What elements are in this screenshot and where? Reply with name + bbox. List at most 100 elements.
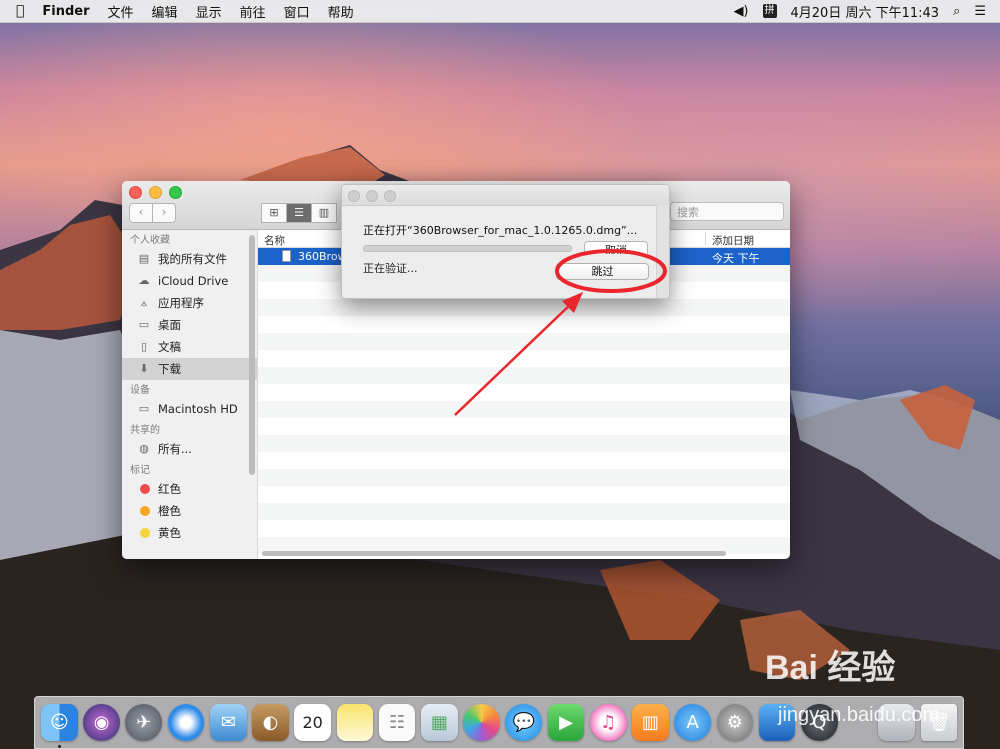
sidebar-item-label: 橙色 [158,504,181,518]
file-name: 360Brow [298,250,347,263]
sidebar-section-devices: 设备 [130,385,150,396]
calendar-icon[interactable]: 20 [294,704,332,741]
notes-icon[interactable] [336,704,374,741]
baidu-watermark-logo: Bai 经验 [765,649,896,687]
column-divider[interactable] [705,232,706,245]
table-row [258,367,790,384]
sidebar-section-tags: 标记 [130,465,150,476]
launchpad-icon[interactable]: ✈ [125,704,163,741]
sidebar-item-tag-yellow[interactable]: 黄色 [122,522,257,544]
finder-sidebar: 个人收藏 ▤ 我的所有文件 ☁ iCloud Drive ⟑ 应用程序 ▭ 桌面 ▯ 文稿… [122,230,258,559]
menu-file[interactable]: 文件 [108,2,134,21]
sidebar-item-all-shared[interactable]: ◍ 所有... [122,438,257,460]
list-view-button[interactable]: ☰ [286,203,312,223]
ibooks-icon[interactable]: ▥ [632,704,669,741]
sidebar-item-label: 应用程序 [158,296,204,310]
calendar-date: 20 [302,713,323,732]
sidebar-item-label: iCloud Drive [158,274,229,288]
safari-icon[interactable]: ✧ [167,704,205,741]
tag-color-dot [140,484,150,494]
minimize-window-button[interactable] [149,186,162,199]
back-button[interactable]: ‹ [129,203,153,223]
dialog-message: 正在打开“360Browser_for_mac_1.0.1265.0.dmg”.… [363,224,638,237]
dialog-minimize-button [366,190,378,202]
notification-center-icon[interactable]: ☰ [974,4,986,19]
mail-icon[interactable]: ✉ [209,704,247,741]
spotlight-search-icon[interactable]: ⌕ [953,4,960,19]
dialog-side-panel [656,205,669,298]
table-row [258,299,790,316]
horizontal-scrollbar[interactable] [262,551,726,556]
file-icon [282,250,291,262]
sidebar-item-label: 下载 [158,362,181,376]
cancel-button[interactable]: 取消 [584,241,648,254]
app-store-icon[interactable]: A [674,704,711,741]
sidebar-item-downloads[interactable]: ⬇ 下载 [122,358,257,380]
menu-go[interactable]: 前往 [240,2,266,21]
running-indicator [58,745,61,748]
photos-icon[interactable] [463,704,500,741]
messages-icon[interactable]: 💬 [505,704,543,741]
finder-icon[interactable]: ☺ [41,704,78,748]
search-input[interactable]: 搜索 [670,202,784,221]
sidebar-item-tag-red[interactable]: 红色 [122,478,257,500]
sidebar-item-desktop[interactable]: ▭ 桌面 [122,314,257,336]
volume-icon[interactable]: ◀) [733,4,748,19]
sidebar-item-tag-orange[interactable]: 橙色 [122,500,257,522]
table-row [258,350,790,367]
itunes-icon[interactable]: ♫ [589,704,627,741]
menu-help[interactable]: 帮助 [328,2,354,21]
sidebar-item-documents[interactable]: ▯ 文稿 [122,336,257,358]
sidebar-item-label: 桌面 [158,318,181,332]
sidebar-item-applications[interactable]: ⟑ 应用程序 [122,292,257,314]
system-preferences-icon[interactable]: ⚙ [716,704,754,741]
tag-color-dot [140,528,150,538]
opening-file-dialog: 正在打开“360Browser_for_mac_1.0.1265.0.dmg”.… [341,184,670,299]
sidebar-item-label: Macintosh HD [158,402,238,416]
sidebar-item-label: 黄色 [158,526,181,540]
preview-icon[interactable]: ▦ [420,704,458,741]
sidebar-scrollbar[interactable] [249,235,255,475]
table-row [258,316,790,333]
apple-menu-icon[interactable]:  [16,3,24,19]
table-row [258,435,790,452]
skip-button[interactable]: 跳过 [556,263,649,280]
sidebar-item-all-my-files[interactable]: ▤ 我的所有文件 [122,248,257,270]
column-view-button[interactable]: ▥ [311,203,337,223]
sidebar-item-icloud-drive[interactable]: ☁ iCloud Drive [122,270,257,292]
document-icon: ▯ [140,340,148,353]
sidebar-item-label: 红色 [158,482,181,496]
table-row [258,486,790,503]
table-row [258,418,790,435]
cloud-icon: ☁ [138,274,150,287]
hard-disk-icon: ▭ [138,402,150,415]
zoom-window-button[interactable] [169,186,182,199]
table-row [258,503,790,520]
tag-color-dot [140,506,150,516]
menu-view[interactable]: 显示 [196,2,222,21]
menu-window[interactable]: 窗口 [284,2,310,21]
sidebar-item-macintosh-hd[interactable]: ▭ Macintosh HD [122,398,257,420]
facetime-icon[interactable]: ▶ [547,704,585,741]
reminders-icon[interactable]: ☷ [378,704,416,741]
icon-view-button[interactable]: ⊞ [261,203,287,223]
close-window-button[interactable] [129,186,142,199]
contacts-icon[interactable]: ◐ [252,704,289,741]
applications-icon: ⟑ [140,296,148,309]
column-header-date-added[interactable]: 添加日期 [712,233,754,248]
menu-app-finder[interactable]: Finder [42,4,89,19]
dialog-zoom-button [384,190,396,202]
menubar-clock[interactable]: 4月20日 周六 下午11:43 [791,2,940,21]
input-method-icon[interactable]: 拼 [762,4,777,18]
dialog-close-button [348,190,360,202]
menu-bar:  Finder 文件 编辑 显示 前往 窗口 帮助 ◀) 拼 4月20日 周六… [0,0,1000,23]
siri-icon[interactable]: ◉ [83,704,120,741]
sidebar-section-favorites: 个人收藏 [130,235,170,246]
table-row [258,333,790,350]
menu-edit[interactable]: 编辑 [152,2,178,21]
forward-button[interactable]: › [153,203,176,223]
column-header-name[interactable]: 名称 [264,233,285,248]
table-row [258,384,790,401]
table-row [258,452,790,469]
table-row [258,520,790,537]
